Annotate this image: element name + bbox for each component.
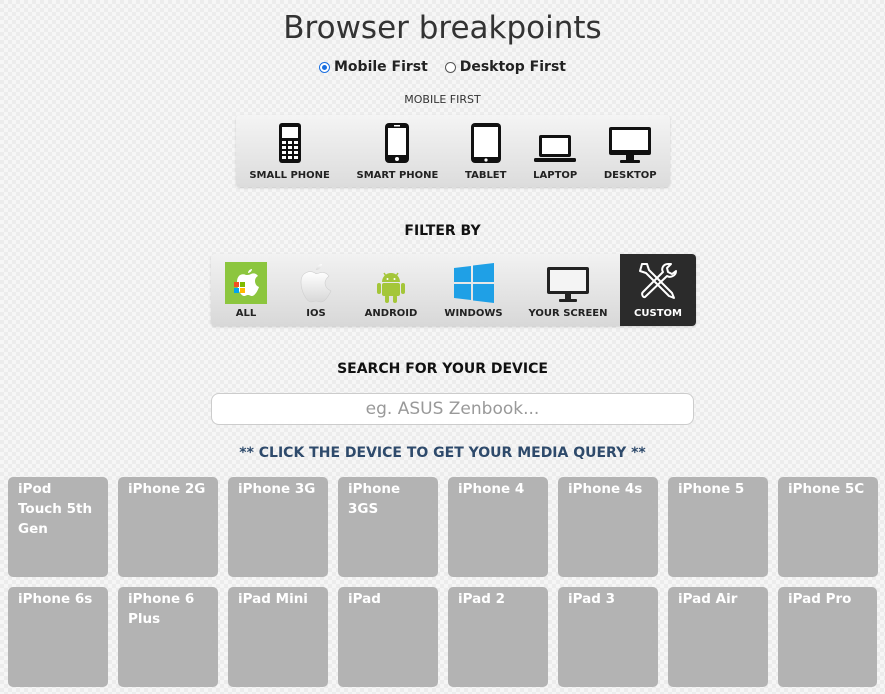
mobile-first-radio[interactable]: Mobile First — [319, 59, 428, 75]
monitor-icon — [547, 267, 589, 302]
filter-label: ANDROID — [364, 308, 418, 319]
breakpoint-tablet[interactable]: TABLET — [465, 122, 506, 187]
device-tile[interactable]: iPhone 2G — [118, 477, 218, 577]
device-tile[interactable]: iPhone 6 Plus — [118, 587, 218, 687]
device-tile[interactable]: iPod Touch 5th Gen — [8, 477, 108, 577]
filter-android[interactable]: ANDROID — [351, 254, 431, 326]
radio-label: Mobile First — [334, 59, 428, 75]
breakpoint-label: SMALL PHONE — [249, 170, 330, 181]
device-tile[interactable]: iPad Air — [668, 587, 768, 687]
device-tile[interactable]: iPhone 6s — [8, 587, 108, 687]
filter-your-screen[interactable]: YOUR SCREEN — [516, 254, 620, 326]
filter-label: YOUR SCREEN — [528, 308, 608, 319]
windows-icon — [453, 263, 494, 303]
breakpoint-bar: SMALL PHONE SMART PHONE TABLET LAPTOP DE… — [236, 115, 670, 187]
search-title: SEARCH FOR YOUR DEVICE — [337, 361, 548, 377]
breakpoint-label: LAPTOP — [533, 170, 578, 181]
media-query-hint: ** CLICK THE DEVICE TO GET YOUR MEDIA QU… — [239, 445, 646, 461]
filter-label: IOS — [306, 308, 326, 319]
filter-label: WINDOWS — [444, 308, 503, 319]
device-tile[interactable]: iPad Mini — [228, 587, 328, 687]
tablet-icon — [470, 123, 501, 163]
filter-windows[interactable]: WINDOWS — [431, 254, 516, 326]
breakpoint-small-phone[interactable]: SMALL PHONE — [249, 122, 330, 187]
desktop-icon — [609, 127, 652, 163]
filter-all[interactable]: ALL — [211, 254, 281, 326]
small-phone-icon — [278, 123, 301, 163]
radio-icon[interactable] — [319, 61, 330, 73]
smart-phone-icon — [385, 123, 410, 163]
device-tile[interactable]: iPhone 3G — [228, 477, 328, 577]
device-tile[interactable]: iPad 3 — [558, 587, 658, 687]
android-icon — [377, 272, 405, 303]
filter-title: FILTER BY — [404, 223, 481, 239]
breakpoint-label: DESKTOP — [603, 170, 657, 181]
filter-custom[interactable]: CUSTOM — [620, 254, 696, 326]
desktop-first-radio[interactable]: Desktop First — [444, 59, 566, 75]
filter-label: ALL — [235, 308, 257, 319]
device-tile[interactable]: iPhone 3GS — [338, 477, 438, 577]
filter-label: CUSTOM — [634, 308, 682, 319]
filter-bar: ALL IOS ANDROID WINDOWS YOUR SCREEN CUST… — [211, 254, 696, 326]
device-tile[interactable]: iPad 2 — [448, 587, 548, 687]
all-icon — [225, 262, 267, 304]
page-title: Browser breakpoints — [283, 10, 602, 46]
device-search-input[interactable] — [211, 393, 694, 425]
device-tile[interactable]: iPad Pro — [778, 587, 877, 687]
mode-radio-group: Mobile First Desktop First — [0, 59, 885, 77]
breakpoint-desktop[interactable]: DESKTOP — [604, 126, 657, 187]
radio-label: Desktop First — [459, 59, 566, 75]
apple-icon — [300, 264, 332, 303]
device-tile[interactable]: iPhone 4s — [558, 477, 658, 577]
tools-icon — [639, 263, 677, 299]
laptop-icon — [534, 135, 577, 162]
breakpoint-smart-phone[interactable]: SMART PHONE — [356, 122, 439, 187]
breakpoint-laptop[interactable]: LAPTOP — [533, 132, 577, 187]
device-tile[interactable]: iPhone 4 — [448, 477, 548, 577]
device-tile[interactable]: iPad — [338, 587, 438, 687]
breakpoint-label: TABLET — [465, 170, 507, 181]
filter-ios[interactable]: IOS — [281, 254, 351, 326]
mode-subheading: MOBILE FIRST — [404, 93, 481, 106]
device-tile[interactable]: iPhone 5 — [668, 477, 768, 577]
radio-icon[interactable] — [444, 61, 456, 73]
breakpoint-label: SMART PHONE — [356, 170, 439, 181]
device-tile[interactable]: iPhone 5C — [778, 477, 878, 577]
